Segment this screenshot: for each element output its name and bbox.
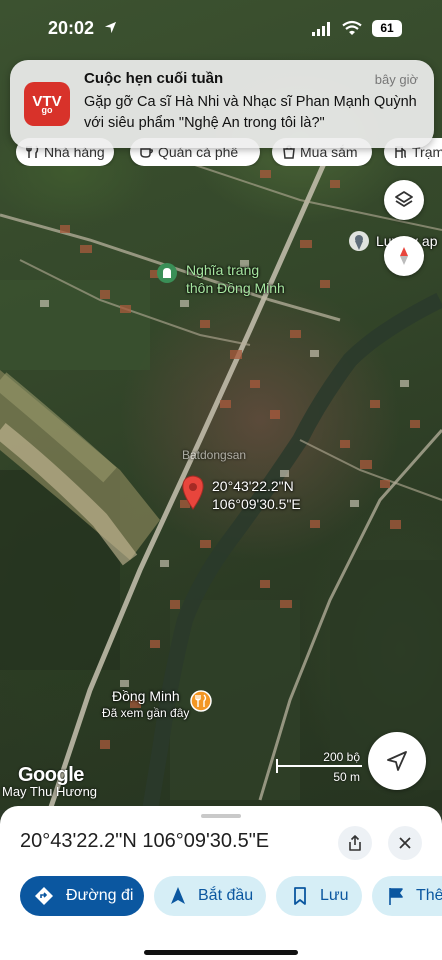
battery-indicator: 61: [372, 20, 402, 37]
navigation-arrow-icon: [387, 751, 407, 771]
my-location-button[interactable]: [368, 732, 426, 790]
watermark-text: Batdongsan: [182, 448, 247, 462]
compass-icon: [400, 247, 408, 265]
status-time: 20:02: [48, 18, 95, 38]
cellular-signal-icon: [312, 22, 330, 36]
pin-latitude-label: 20°43'22.2"N: [212, 478, 294, 494]
coordinates-title: 20°43'22.2"N 106°09'30.5"E: [20, 830, 270, 852]
directions-label: Đường đi: [66, 887, 134, 904]
place-bottom-sheet[interactable]: 20°43'22.2"N 106°09'30.5"E Đường đi Bắt …: [0, 806, 442, 960]
status-bar: 20:02 61: [0, 0, 442, 56]
restaurant-poi-icon[interactable]: [190, 690, 212, 712]
start-label: Bắt đầu: [198, 887, 254, 904]
wifi-icon: [342, 20, 362, 35]
map-label-recently-viewed: Đã xem gần đây: [102, 706, 190, 720]
action-buttons-row: Đường đi Bắt đầu Lưu Thê: [0, 876, 442, 918]
close-icon: [399, 837, 411, 849]
sheet-drag-handle[interactable]: [201, 814, 241, 818]
compass-button[interactable]: [384, 236, 424, 276]
add-label-label: Thê: [416, 887, 442, 904]
map-layers-button[interactable]: [384, 180, 424, 220]
place-pin-icon[interactable]: [348, 230, 370, 252]
push-notification[interactable]: VTV go Cuộc hẹn cuối tuần bây giờ Gặp gỡ…: [10, 60, 434, 148]
start-button[interactable]: Bắt đầu: [154, 876, 266, 916]
save-label: Lưu: [320, 887, 349, 904]
scale-metric: 50 m: [333, 770, 360, 784]
navigation-start-icon: [171, 887, 185, 904]
close-button[interactable]: [388, 826, 422, 860]
dropped-pin-icon[interactable]: [180, 474, 206, 510]
share-button[interactable]: [338, 826, 372, 860]
notification-body: Gặp gỡ Ca sĩ Hà Nhi và Nhạc sĩ Phan Mạnh…: [84, 94, 417, 131]
scale-imperial: 200 bộ: [323, 750, 360, 764]
imagery-attribution: May Thu Hương: [2, 784, 98, 799]
directions-button[interactable]: Đường đi: [20, 876, 144, 916]
bookmark-icon: [294, 887, 306, 905]
add-label-button[interactable]: Thê: [372, 876, 442, 916]
map-label-cemetery-2[interactable]: thôn Đồng Minh: [186, 280, 285, 296]
cemetery-icon[interactable]: [156, 262, 178, 284]
directions-icon: [35, 887, 53, 905]
flag-icon: [389, 888, 403, 905]
map-label-cemetery[interactable]: Nghĩa trang: [186, 262, 259, 278]
layers-icon: [395, 191, 413, 207]
map-scale: 200 bộ 50 m: [274, 750, 364, 786]
app-icon-sub: go: [41, 105, 53, 115]
map-label-dong-minh[interactable]: Đồng Minh: [112, 688, 180, 704]
save-button[interactable]: Lưu: [276, 876, 362, 916]
app-icon: VTV go: [24, 82, 70, 126]
pin-longitude-label: 106°09'30.5"E: [212, 496, 301, 512]
notification-title: Cuộc hẹn cuối tuần: [84, 70, 224, 87]
scale-bar: [276, 765, 362, 767]
location-arrow-icon: [104, 21, 117, 34]
notification-time: bây giờ: [374, 72, 418, 87]
share-icon: [349, 835, 361, 851]
home-indicator[interactable]: [144, 950, 298, 955]
